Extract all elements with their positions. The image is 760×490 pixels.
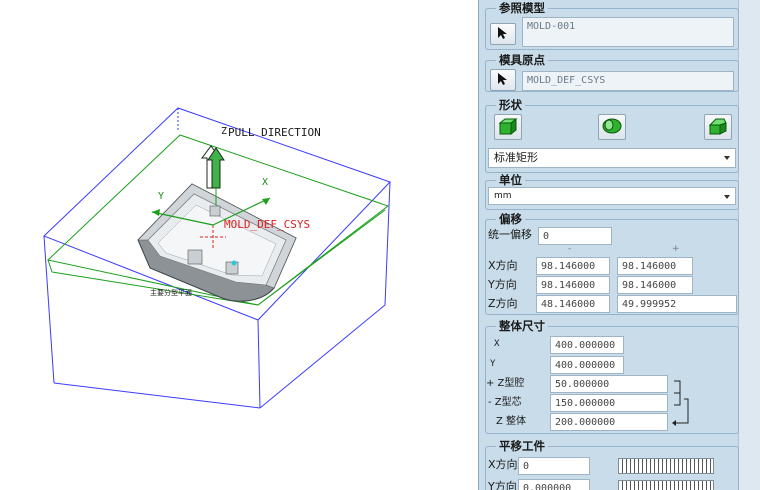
cylinder-shape-icon xyxy=(601,117,623,138)
offset-minus-header: - xyxy=(568,244,572,254)
pull-direction-label: PULL DIRECTION xyxy=(228,126,321,139)
offset-x-minus-field[interactable]: 98.146000 xyxy=(536,257,610,275)
offset-z-plus-field[interactable]: 49.999952 xyxy=(617,295,737,313)
translate-x-field[interactable]: 0 xyxy=(518,457,590,475)
group-title-units: 单位 xyxy=(496,173,525,187)
z-cavity-field[interactable]: 50.000000 xyxy=(550,375,668,393)
offset-plus-header: + xyxy=(672,244,680,254)
y-axis-label: Y xyxy=(158,191,165,202)
group-title-offset: 偏移 xyxy=(496,212,525,226)
overall-y-label: Y xyxy=(490,359,496,369)
custom-shape-button[interactable] xyxy=(704,114,732,140)
offset-x-plus-field[interactable]: 98.146000 xyxy=(617,257,693,275)
group-title-reference-model: 参照模型 xyxy=(496,1,548,15)
translate-x-label: X方向 xyxy=(488,458,518,471)
z-core-label: - Z型芯 xyxy=(488,397,522,408)
uniform-offset-field[interactable]: 0 xyxy=(538,227,612,245)
z-total-field[interactable]: 200.000000 xyxy=(550,413,668,431)
group-overall-dimensions: 整体尺寸 X 400.000000 Y 400.000000 + Z型腔 50.… xyxy=(485,319,739,434)
offset-y-label: Y方向 xyxy=(488,278,517,291)
translate-y-slider[interactable] xyxy=(618,480,714,490)
select-mold-origin-button[interactable] xyxy=(490,69,516,91)
units-select[interactable]: mm xyxy=(488,187,736,205)
translate-y-field[interactable]: 0.000000 xyxy=(518,479,590,490)
shape-type-value: 标准矩形 xyxy=(494,151,538,164)
translate-y-label: Y方向 xyxy=(488,480,517,490)
group-mold-origin: 模具原点 MOLD_DEF_CSYS xyxy=(485,53,739,92)
select-reference-model-button[interactable] xyxy=(490,23,516,45)
cursor-arrow-icon xyxy=(497,26,509,43)
group-units: 单位 mm xyxy=(485,173,739,210)
graphics-viewport[interactable]: PULL DIRECTION Z Y X MOLD_DEF_CSYS 主要分型平… xyxy=(0,0,478,490)
z-core-field[interactable]: 150.000000 xyxy=(550,394,668,412)
chevron-down-icon xyxy=(724,156,730,160)
z-total-label: Z 整体 xyxy=(496,416,527,427)
model-scene xyxy=(43,107,391,409)
translate-x-slider[interactable] xyxy=(618,458,714,474)
overall-x-field[interactable]: 400.000000 xyxy=(550,336,624,354)
offset-y-minus-field[interactable]: 98.146000 xyxy=(536,276,610,294)
chevron-down-icon xyxy=(724,195,730,199)
offset-x-label: X方向 xyxy=(488,259,518,272)
group-offset: 偏移 统一偏移 0 - + X方向 98.146000 98.146000 Y方… xyxy=(485,212,739,315)
group-title-overall: 整体尺寸 xyxy=(496,319,548,333)
reference-model-field[interactable]: MOLD-001 xyxy=(522,17,734,47)
cylinder-shape-button[interactable] xyxy=(598,114,626,140)
box-shape-icon xyxy=(498,117,518,138)
sum-bracket-arrow-icon xyxy=(672,380,689,426)
group-shape: 形状 标准矩形 xyxy=(485,98,739,173)
group-reference-model: 参照模型 MOLD-001 xyxy=(485,1,739,50)
parting-plane-label: 主要分型平面 xyxy=(150,289,192,297)
workpiece-dialog-panel: 参照模型 MOLD-001 模具原点 MOLD_DEF_CSYS 形状 标准矩形… xyxy=(478,0,760,490)
cursor-arrow-icon xyxy=(497,72,509,89)
x-axis-label: X xyxy=(262,177,269,188)
shape-type-select[interactable]: 标准矩形 xyxy=(488,148,736,168)
box-shape-button[interactable] xyxy=(494,114,522,140)
group-title-mold-origin: 模具原点 xyxy=(496,53,548,67)
z-cavity-label: + Z型腔 xyxy=(486,378,525,389)
uniform-offset-label: 统一偏移 xyxy=(488,228,532,241)
overall-y-field[interactable]: 400.000000 xyxy=(550,356,624,374)
offset-y-plus-field[interactable]: 98.146000 xyxy=(617,276,693,294)
panel-scrollbar[interactable] xyxy=(738,0,760,490)
mold-origin-field[interactable]: MOLD_DEF_CSYS xyxy=(522,71,734,91)
group-title-shape: 形状 xyxy=(496,98,525,112)
group-translate-workpiece: 平移工件 X方向 0 Y方向 0.000000 xyxy=(485,439,739,490)
group-title-translate: 平移工件 xyxy=(496,439,548,453)
units-value: mm xyxy=(494,191,512,201)
offset-z-label: Z方向 xyxy=(488,297,518,310)
csys-label: MOLD_DEF_CSYS xyxy=(224,218,311,231)
overall-x-label: X xyxy=(494,339,500,349)
custom-shape-icon xyxy=(708,117,728,138)
offset-z-minus-field[interactable]: 48.146000 xyxy=(536,295,610,313)
z-axis-label: Z xyxy=(221,126,228,137)
